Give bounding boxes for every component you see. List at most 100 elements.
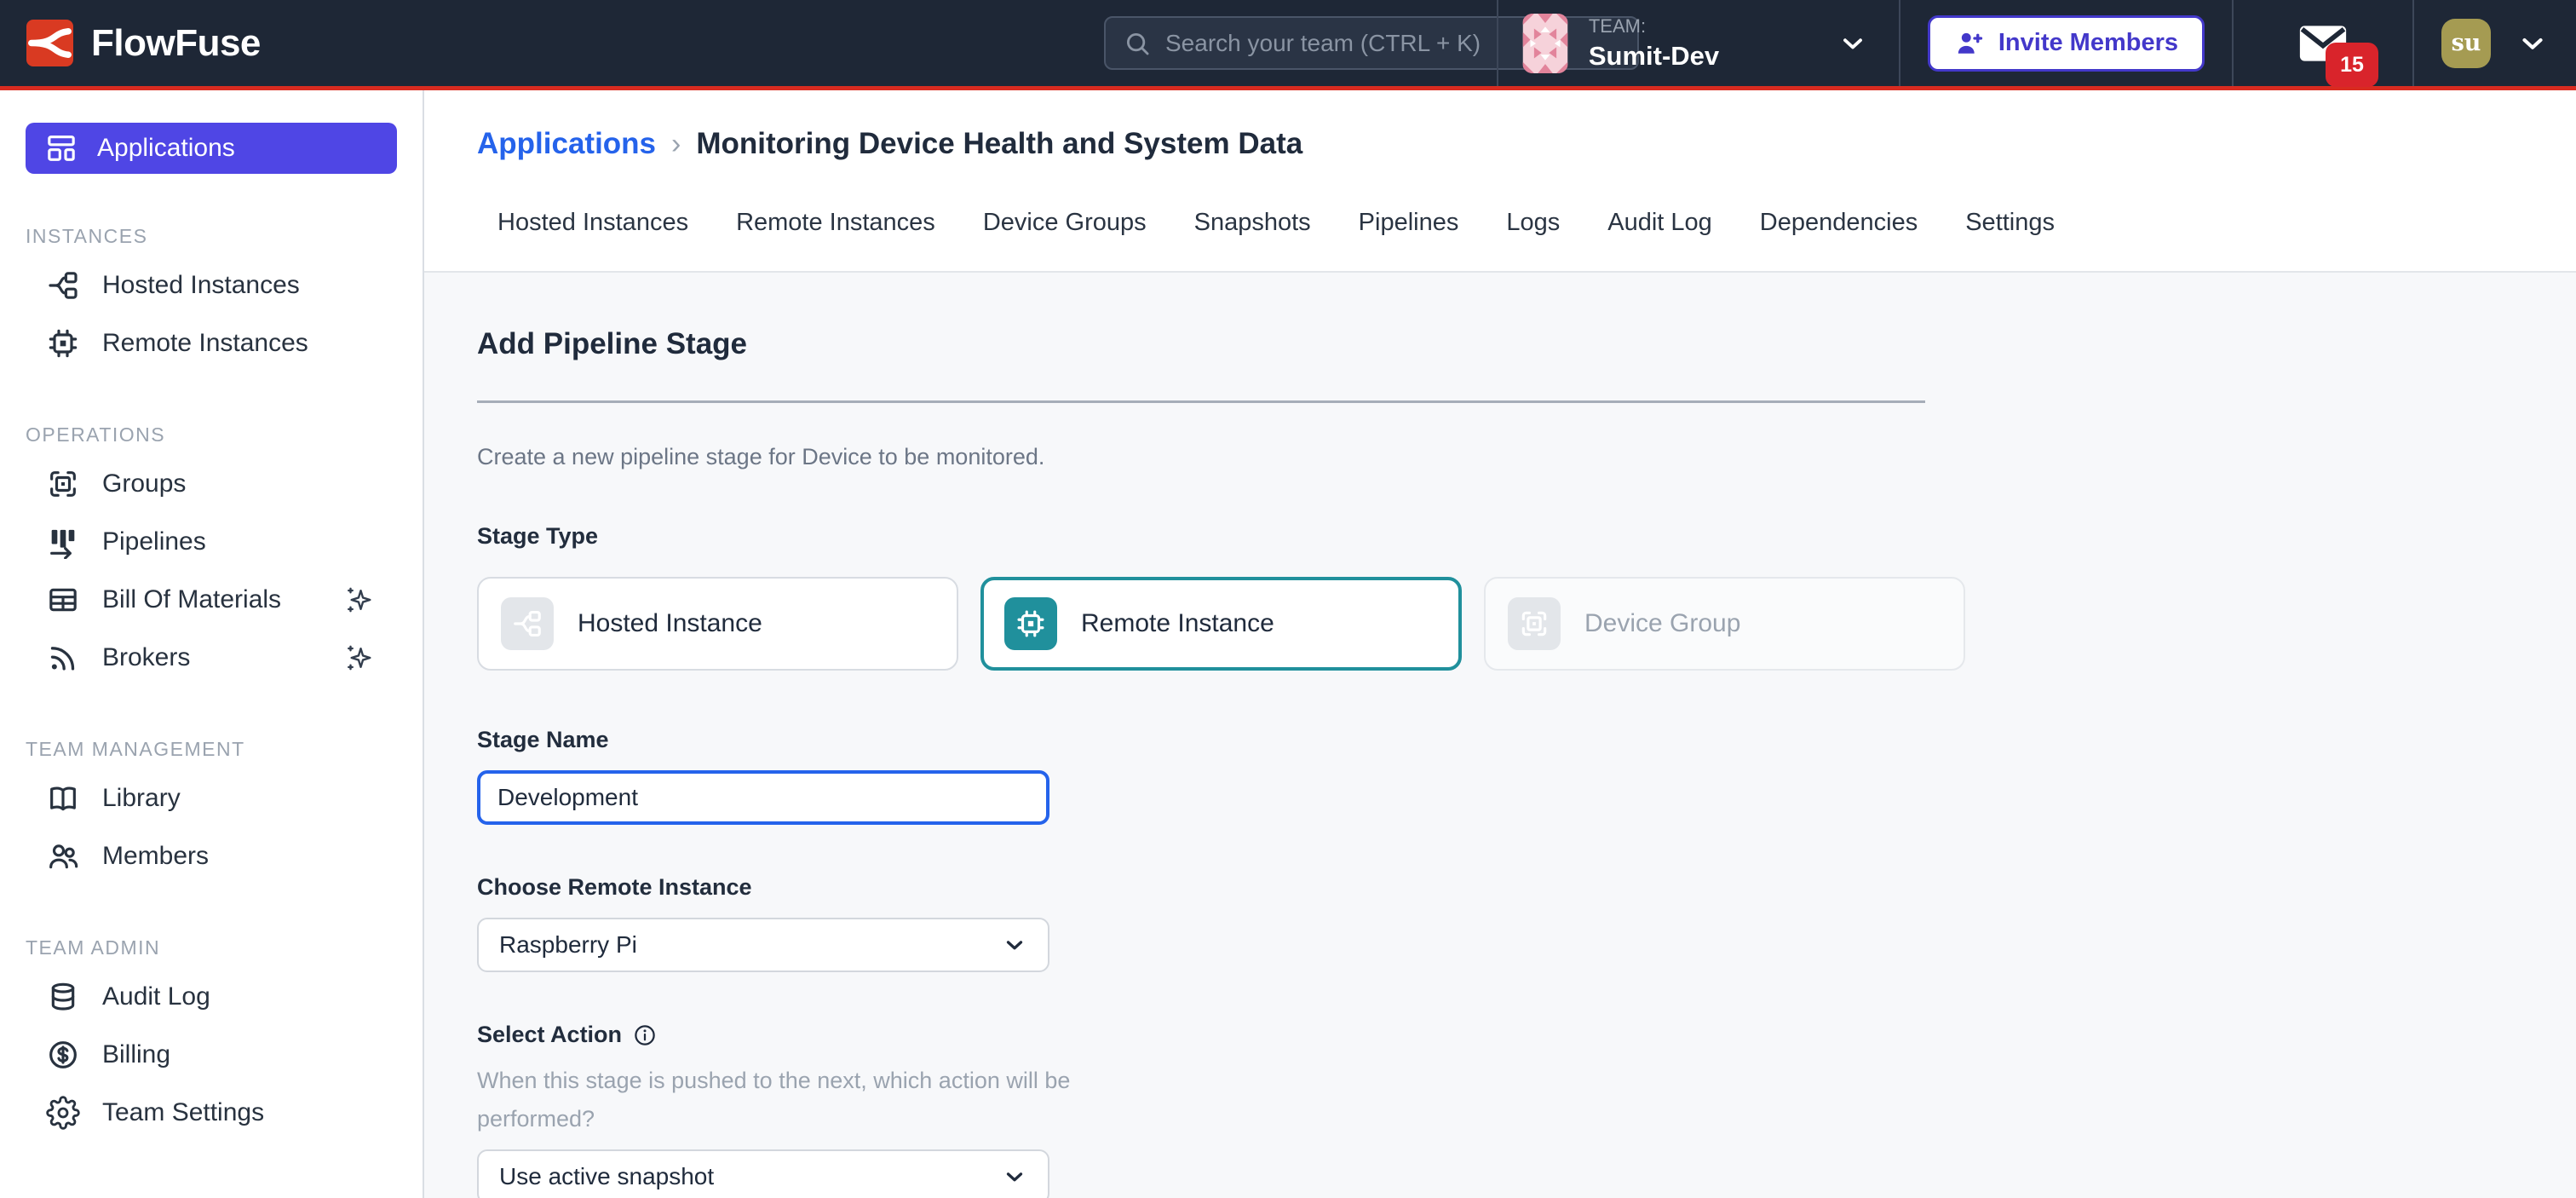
action-select[interactable]: Use active snapshot — [477, 1149, 1049, 1198]
main-content: Applications › Monitoring Device Health … — [424, 90, 2576, 1198]
stage-name-input[interactable] — [477, 770, 1049, 825]
search-icon — [1123, 29, 1152, 58]
users-icon — [46, 839, 80, 873]
select-action-label-text: Select Action — [477, 1022, 622, 1048]
sidebar-item-members[interactable]: Members — [0, 827, 423, 885]
user-plus-icon — [1954, 28, 1985, 59]
table-icon — [46, 583, 80, 617]
sidebar-item-billing[interactable]: Billing — [0, 1026, 423, 1084]
top-navbar: FlowFuse — [0, 0, 2576, 90]
sidebar-item-hosted-instances[interactable]: Hosted Instances — [0, 256, 423, 314]
stage-type-options: Hosted Instance Remote Instance Device G… — [477, 577, 2576, 671]
tab-logs[interactable]: Logs — [1506, 200, 1560, 259]
sidebar-item-label: Bill Of Materials — [102, 585, 281, 614]
sidebar-item-bill-of-materials[interactable]: Bill Of Materials — [0, 571, 423, 629]
notification-count-badge: 15 — [2326, 43, 2378, 87]
book-icon — [46, 781, 80, 815]
device-group-card-icon — [1508, 597, 1561, 650]
remote-instances-icon — [46, 326, 80, 360]
tab-device-groups[interactable]: Device Groups — [983, 200, 1147, 259]
chevron-down-icon — [2516, 27, 2549, 60]
team-label: TEAM: — [1589, 15, 1719, 37]
team-meta: TEAM: Sumit-Dev — [1589, 15, 1719, 72]
invite-members-button[interactable]: Invite Members — [1928, 15, 2205, 72]
breadcrumb-applications-link[interactable]: Applications — [477, 127, 656, 161]
breadcrumb: Applications › Monitoring Device Health … — [477, 126, 2576, 161]
sidebar-item-label: Library — [102, 784, 181, 813]
add-pipeline-stage-panel: Add Pipeline Stage Create a new pipeline… — [424, 273, 2576, 1198]
application-tabs: Hosted Instances Remote Instances Device… — [477, 200, 2576, 259]
device-group-icon — [46, 467, 80, 501]
sidebar-item-applications[interactable]: Applications — [26, 123, 397, 174]
sidebar-item-label: Billing — [102, 1040, 170, 1069]
hosted-instances-icon — [46, 268, 80, 302]
chevron-down-icon — [1837, 28, 1868, 59]
sidebar-item-label: Brokers — [102, 643, 190, 672]
card-label: Device Group — [1584, 609, 1740, 638]
sidebar: Applications INSTANCES Hosted Instances … — [0, 90, 424, 1198]
stage-type-remote-instance[interactable]: Remote Instance — [980, 577, 1462, 671]
sidebar-item-label: Team Settings — [102, 1098, 264, 1127]
invite-members-wrap: Invite Members — [1900, 0, 2232, 86]
team-switcher[interactable]: TEAM: Sumit-Dev — [1498, 0, 1899, 86]
stage-type-device-group: Device Group — [1484, 577, 1965, 671]
stage-type-hosted-instance[interactable]: Hosted Instance — [477, 577, 958, 671]
card-label: Hosted Instance — [578, 609, 762, 638]
sidebar-item-brokers[interactable]: Brokers — [0, 629, 423, 687]
breadcrumb-separator: › — [671, 126, 681, 161]
sidebar-item-audit-log[interactable]: Audit Log — [0, 968, 423, 1026]
team-name: Sumit-Dev — [1589, 41, 1719, 72]
flowfuse-logo-icon — [26, 20, 74, 66]
sidebar-item-team-settings[interactable]: Team Settings — [0, 1084, 423, 1142]
team-avatar — [1522, 14, 1568, 73]
select-action-label: Select Action — [477, 1022, 2576, 1048]
sidebar-item-label: Hosted Instances — [102, 271, 300, 300]
action-selected-value: Use active snapshot — [499, 1163, 714, 1190]
sidebar-section-title: INSTANCES — [26, 225, 423, 248]
sidebar-item-label: Applications — [97, 134, 235, 163]
sidebar-item-label: Pipelines — [102, 527, 206, 556]
tab-remote-instances[interactable]: Remote Instances — [736, 200, 935, 259]
stage-type-label: Stage Type — [477, 523, 2576, 550]
gear-icon — [46, 1096, 80, 1130]
tab-audit-log[interactable]: Audit Log — [1607, 200, 1712, 259]
sparkles-icon — [344, 585, 375, 615]
chevron-down-icon — [1002, 1164, 1027, 1189]
tab-hosted-instances[interactable]: Hosted Instances — [497, 200, 688, 259]
sidebar-item-pipelines[interactable]: Pipelines — [0, 513, 423, 571]
chevron-down-icon — [1002, 932, 1027, 958]
sidebar-item-label: Groups — [102, 469, 186, 498]
user-avatar: su — [2441, 19, 2491, 68]
notifications-button[interactable]: 15 — [2234, 0, 2412, 86]
sidebar-item-groups[interactable]: Groups — [0, 455, 423, 513]
flowfuse-home-link[interactable]: FlowFuse — [26, 0, 261, 86]
rss-icon — [46, 641, 80, 675]
sidebar-section-title: OPERATIONS — [26, 423, 423, 446]
remote-instance-selected-value: Raspberry Pi — [499, 931, 637, 959]
tab-pipelines[interactable]: Pipelines — [1359, 200, 1459, 259]
sidebar-item-label: Audit Log — [102, 982, 210, 1011]
info-icon[interactable] — [632, 1022, 658, 1048]
sidebar-item-library[interactable]: Library — [0, 769, 423, 827]
sparkles-icon — [344, 642, 375, 673]
sidebar-item-label: Members — [102, 842, 209, 871]
form-description: Create a new pipeline stage for Device t… — [477, 444, 2576, 470]
tab-snapshots[interactable]: Snapshots — [1194, 200, 1311, 259]
title-divider — [477, 400, 1925, 403]
stage-name-label: Stage Name — [477, 727, 2576, 753]
user-menu[interactable]: su — [2414, 0, 2576, 86]
hosted-instance-card-icon — [501, 597, 554, 650]
invite-members-label: Invite Members — [1998, 29, 2178, 57]
tab-settings[interactable]: Settings — [1965, 200, 2055, 259]
remote-instance-select[interactable]: Raspberry Pi — [477, 918, 1049, 972]
tab-dependencies[interactable]: Dependencies — [1760, 200, 1918, 259]
main-header: Applications › Monitoring Device Health … — [424, 90, 2576, 273]
sidebar-item-remote-instances[interactable]: Remote Instances — [0, 314, 423, 372]
remote-instance-card-icon — [1004, 597, 1057, 650]
flowfuse-app: FlowFuse — [0, 0, 2576, 1198]
select-action-help: When this stage is pushed to the next, w… — [477, 1062, 1141, 1138]
applications-icon — [44, 131, 78, 165]
database-icon — [46, 980, 80, 1014]
brand-name: FlowFuse — [91, 22, 261, 65]
sidebar-item-label: Remote Instances — [102, 329, 308, 358]
